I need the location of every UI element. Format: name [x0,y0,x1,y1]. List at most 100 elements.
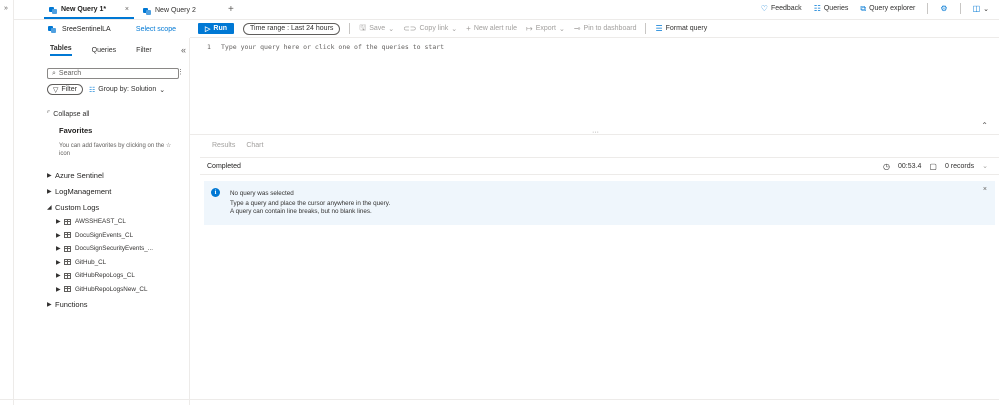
group-icon: ☷ [88,86,96,94]
select-scope-link[interactable]: Select scope [136,26,176,33]
tree-node-label: LogManagement [55,186,112,196]
top-links: ♡ Feedback ☷ Queries ⧉ Query explorer ⚙ … [761,3,989,14]
format-query-button[interactable]: ☰ Format query [655,24,707,33]
tree-node-log-management[interactable]: ▶ LogManagement [47,183,187,199]
new-alert-rule-label: New alert rule [473,25,518,32]
copy-link-label: Copy link [419,25,449,32]
message-line: A query can contain line breaks, but no … [230,208,372,215]
table-icon [64,218,71,225]
group-by-label: Group by: Solution [98,86,157,93]
save-icon: 🖫 [359,22,367,32]
query-editor[interactable]: 1 Type your query here or click one of t… [190,38,999,134]
info-icon: i [211,188,220,197]
editor-placeholder: Type your query here or click one of the… [221,43,445,51]
results-meta: ◷ 00:53.4 ▢ 0 records ⌄ [883,162,988,171]
editor-results-splitter[interactable]: ··· [190,129,999,136]
caret-right-icon: ▶ [47,172,52,179]
table-item[interactable]: ▶ GitHubRepoLogs_CL [47,269,187,283]
tab-results[interactable]: Results [212,142,235,149]
tree-node-functions[interactable]: ▶ Functions [47,296,187,312]
queries-icon: ☷ [813,4,821,13]
table-item[interactable]: ▶ GitHubRepoLogsNew_CL [47,283,187,297]
collapse-editor-icon[interactable]: ⌃ [981,121,988,130]
record-count: 0 records [944,162,975,170]
tab-label: New Query 2 [155,7,196,14]
close-icon[interactable]: × [983,186,987,193]
pin-to-dashboard-label: Pin to dashboard [583,25,637,32]
tree-node-azure-sentinel[interactable]: ▶ Azure Sentinel [47,167,187,183]
tab-filter[interactable]: Filter [136,47,152,54]
collapse-all-label: Collapse all [53,110,90,118]
records-icon: ▢ [929,161,937,171]
export-button[interactable]: ↦ Export ⌄ [526,24,565,33]
queries-link[interactable]: ☷ Queries [814,4,849,13]
table-name: AWSSHEAST_CL [75,218,126,226]
pin-icon: ⊸ [573,24,581,33]
table-name: GitHubRepoLogsNew_CL [75,285,148,293]
message-line: No query was selected [230,190,294,197]
search-placeholder: Search [58,70,82,77]
gear-icon[interactable]: ⚙ [940,4,947,13]
add-tab-button[interactable]: + [228,4,234,15]
run-button[interactable]: ▷ Run [198,23,234,34]
table-item[interactable]: ▶ AWSSHEAST_CL [47,215,187,229]
query-tab-bar: New Query 1* × New Query 2 + ♡ Feedback … [14,0,999,20]
chevron-down-icon: ⌄ [558,25,565,33]
save-label: Save [369,25,386,32]
query-icon [49,6,57,14]
caret-down-icon: ◢ [47,204,52,211]
tab-label: New Query 1* [61,6,107,13]
chevron-down-icon: ⌄ [159,86,166,94]
drag-handle-icon[interactable]: ··· [592,129,599,136]
table-name: GitHubRepoLogs_CL [75,272,135,280]
filter-button[interactable]: ▽ Filter [47,84,83,95]
time-range-picker[interactable]: Time range : Last 24 hours [243,22,341,35]
table-icon [64,232,71,239]
table-item[interactable]: ▶ GitHub_CL [47,256,187,270]
tab-new-query-2[interactable]: New Query 2 [138,2,218,19]
tab-queries[interactable]: Queries [92,47,117,54]
new-alert-rule-button[interactable]: + New alert rule [466,24,517,33]
caret-right-icon: ▶ [47,301,52,308]
tree-node-custom-logs[interactable]: ◢ Custom Logs [47,199,187,215]
schema-panel: Tables Queries Filter « ⌕ Search ⋮ ▽ Fil… [30,38,190,405]
chevron-down-icon: ⌄ [983,5,989,13]
queries-label: Queries [823,5,849,12]
scope-bar: SreeSentinelLA Select scope [30,20,190,38]
query-explorer-link[interactable]: ⧉ Query explorer [860,4,915,14]
filter-row: ▽ Filter ☷ Group by: Solution ⌄ [47,84,165,95]
table-icon [64,259,71,266]
query-explorer-label: Query explorer [869,5,916,12]
more-options-icon[interactable]: ⋮ [177,68,184,76]
filter-icon: ▽ [53,86,59,94]
message-line: Type a query and place the cursor anywhe… [230,200,391,207]
copy-link-button[interactable]: ⊂⊃ Copy link ⌄ [403,24,457,33]
caret-right-icon: ▶ [56,259,61,266]
info-message: i No query was selected Type a query and… [204,181,995,225]
pin-to-dashboard-button[interactable]: ⊸ Pin to dashboard [574,24,637,33]
tab-new-query-1[interactable]: New Query 1* × [44,2,134,19]
collapse-all-button[interactable]: ⌜ Collapse all [47,110,90,119]
left-rail: » [0,0,14,405]
table-name: DocuSignEvents_CL [75,231,134,239]
group-by-dropdown[interactable]: ☷ Group by: Solution ⌄ [89,86,165,94]
layout-button[interactable]: ◫ ⌄ [973,4,989,13]
table-item[interactable]: ▶ DocuSignSecurityEvents_... [47,242,187,256]
expand-rail-icon[interactable]: » [4,5,8,12]
tab-tables[interactable]: Tables [50,45,72,56]
clock-icon: ◷ [883,161,891,171]
feedback-link[interactable]: ♡ Feedback [761,4,802,13]
table-icon [64,286,71,293]
caret-right-icon: ▶ [47,188,52,195]
divider [959,3,961,14]
table-item[interactable]: ▶ DocuSignEvents_CL [47,229,187,243]
tab-chart[interactable]: Chart [246,142,263,149]
collapse-panel-icon[interactable]: « [181,45,186,55]
close-icon[interactable]: × [125,6,129,13]
save-button[interactable]: 🖫 Save ⌄ [359,22,394,36]
search-input[interactable]: ⌕ Search [47,68,179,79]
chevron-down-icon[interactable]: ⌄ [982,162,988,170]
caret-right-icon: ▶ [56,286,61,293]
caret-right-icon: ▶ [56,219,61,226]
link-icon: ⊂⊃ [403,24,417,33]
